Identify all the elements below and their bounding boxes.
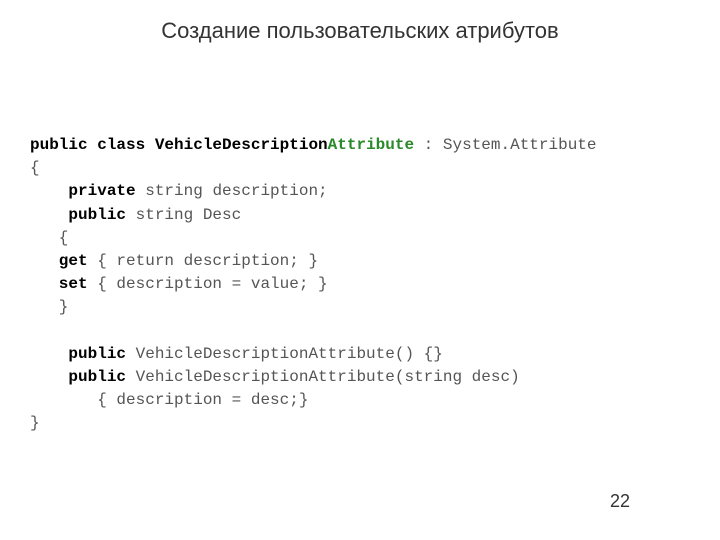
code-text: { description = value; } — [88, 275, 328, 293]
code-line: public class VehicleDescription — [30, 136, 328, 154]
code-keyword: public — [30, 368, 126, 386]
code-keyword: public — [30, 206, 126, 224]
code-text: : System.Attribute — [414, 136, 596, 154]
code-line: { — [30, 229, 68, 247]
code-text: VehicleDescriptionAttribute() {} — [126, 345, 443, 363]
page-number: 22 — [610, 491, 630, 512]
code-text: string description; — [136, 182, 328, 200]
code-text: VehicleDescriptionAttribute(string desc) — [126, 368, 520, 386]
slide-title: Создание пользовательских атрибутов — [0, 0, 720, 44]
code-keyword: set — [30, 275, 88, 293]
code-line: } — [30, 414, 40, 432]
code-line: { description = desc;} — [30, 391, 308, 409]
code-keyword: get — [30, 252, 88, 270]
code-text: { return description; } — [88, 252, 318, 270]
code-keyword: public — [30, 345, 126, 363]
code-keyword-attribute: Attribute — [328, 136, 414, 154]
code-keyword: private — [30, 182, 136, 200]
code-text: string Desc — [126, 206, 241, 224]
code-block: public class VehicleDescriptionAttribute… — [0, 44, 720, 435]
code-line: } — [30, 298, 68, 316]
code-line: { — [30, 159, 40, 177]
